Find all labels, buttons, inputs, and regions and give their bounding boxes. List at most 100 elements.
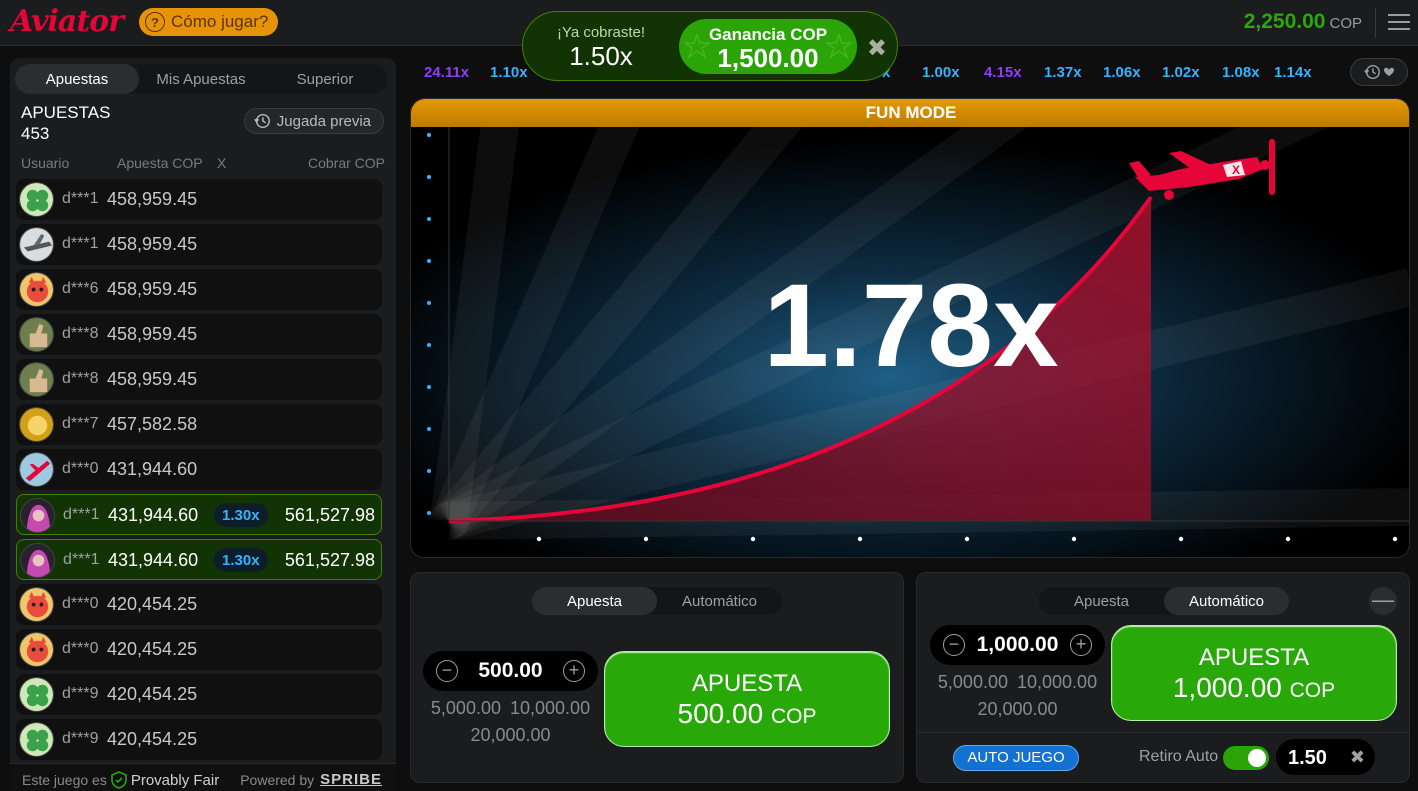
bets-columns-header: Usuario Apuesta COP X Cobrar COP <box>21 155 385 171</box>
gain-value: 1,500.00 <box>717 43 819 73</box>
bet-panel-2-tabs: Apuesta Automático <box>1039 587 1289 615</box>
bet-amount: 458,959.45 <box>107 279 198 299</box>
bet-row: d***8 458,959.45 <box>16 314 382 355</box>
history-multiplier[interactable]: 1.00x <box>916 62 966 83</box>
this-game-is-label: Este juego es <box>22 772 107 788</box>
bet-row: d***1 458,959.45 <box>16 224 382 265</box>
avatar <box>20 498 55 533</box>
decrease-button[interactable]: − <box>436 660 458 682</box>
tab-auto[interactable]: Automático <box>1164 587 1289 615</box>
avatar <box>19 632 54 667</box>
auto-cashout-label: Retiro Auto <box>1139 748 1219 765</box>
avatar <box>19 677 54 712</box>
history-multiplier[interactable]: 1.14x <box>1268 62 1318 83</box>
bet-amount: 420,454.25 <box>107 639 198 659</box>
avatar <box>19 362 54 397</box>
bet-button-amount: 1,000.00 COP <box>1172 672 1336 703</box>
gain-badge: Ganancia COP 1,500.00 <box>679 19 857 74</box>
bet-amount-value[interactable]: 1,000.00 <box>970 633 1065 657</box>
aviator-app: Aviator ? Cómo jugar? 2,250.00 COP ¡Ya co… <box>0 0 1418 791</box>
quick-amount-5000[interactable]: 5,000.00 <box>431 695 501 722</box>
bet-amount-stepper: − 1,000.00 + <box>930 625 1105 665</box>
bet-user: d***1 <box>63 551 100 568</box>
place-bet-button[interactable]: APUESTA 500.00 COP <box>604 651 890 747</box>
bets-title: APUESTAS <box>21 103 111 122</box>
bet-amount: 431,944.60 <box>108 505 199 525</box>
bet-user: d***8 <box>62 370 99 387</box>
place-bet-button[interactable]: APUESTA 1,000.00 COP <box>1111 625 1397 721</box>
tab-top[interactable]: Superior <box>263 64 387 94</box>
bet-amount: 420,454.25 <box>107 594 198 614</box>
quick-amount-20000[interactable]: 20,000.00 <box>977 696 1057 723</box>
bet-multiplier: 1.30x <box>214 503 268 527</box>
how-to-play-button[interactable]: ? Cómo jugar? <box>139 8 279 36</box>
clear-icon[interactable]: ✖ <box>1350 747 1365 768</box>
bet-amount-value[interactable]: 500.00 <box>463 659 558 683</box>
bet-row: d***0 431,944.60 <box>16 449 382 490</box>
quick-amount-10000[interactable]: 10,000.00 <box>510 695 590 722</box>
bet-button-label: APUESTA <box>691 670 803 697</box>
auto-settings-bar: AUTO JUEGO Retiro Auto 1.50 ✖ <box>917 732 1409 782</box>
bet-row: d***0 420,454.25 <box>16 629 382 670</box>
history-icon <box>253 113 270 129</box>
bet-row: d***9 420,454.25 <box>16 719 382 760</box>
tab-bet[interactable]: Apuesta <box>1039 587 1164 615</box>
quick-amounts: 5,000.00 10,000.00 20,000.00 <box>423 695 598 749</box>
history-multiplier[interactable]: 1.08x <box>1216 62 1266 83</box>
bet-amount: 458,959.45 <box>107 324 198 344</box>
history-multiplier[interactable]: 24.11x <box>418 62 475 83</box>
bets-panel: Apuestas Mis Apuestas Superior APUESTAS … <box>10 58 396 791</box>
how-to-play-label: Cómo jugar? <box>171 12 269 31</box>
balance: 2,250.00 COP <box>1244 10 1362 34</box>
panel-footer: Este juego es Provably Fair Powered by S… <box>10 763 396 791</box>
hamburger-menu-icon[interactable] <box>1388 14 1410 30</box>
history-toggle-button[interactable] <box>1350 58 1408 86</box>
provably-fair[interactable]: Este juego es Provably Fair <box>22 771 219 789</box>
cashed-multiplier: 1.50x <box>569 41 633 71</box>
tab-bet[interactable]: Apuesta <box>532 587 657 615</box>
history-multiplier[interactable]: 4.15x <box>978 62 1028 83</box>
game-board: FUN MODE X 1.78x <box>410 98 1410 558</box>
tab-auto[interactable]: Automático <box>657 587 782 615</box>
bet-user: d***0 <box>62 640 99 657</box>
cashout-toast: ¡Ya cobraste! 1.50x Ganancia COP 1,500.0… <box>522 11 898 81</box>
bet-panel-1-tabs: Apuesta Automático <box>532 587 782 615</box>
bet-amount: 458,959.45 <box>107 234 198 254</box>
bet-user: d***8 <box>62 325 99 342</box>
bet-row: d***8 458,959.45 <box>16 359 382 400</box>
tab-all-bets[interactable]: Apuestas <box>15 64 139 94</box>
quick-amount-5000[interactable]: 5,000.00 <box>938 669 1008 696</box>
bet-user: d***9 <box>62 685 99 702</box>
bets-summary: APUESTAS 453 <box>21 102 110 144</box>
history-multiplier[interactable]: 1.37x <box>1038 62 1088 83</box>
close-toast-icon[interactable]: ✖ <box>867 34 887 63</box>
avatar <box>19 587 54 622</box>
previous-round-button[interactable]: Jugada previa <box>243 108 384 134</box>
increase-button[interactable]: + <box>563 660 585 682</box>
chevron-down-icon <box>1384 67 1394 76</box>
auto-cashout-toggle[interactable] <box>1223 746 1269 770</box>
bets-tabs: Apuestas Mis Apuestas Superior <box>15 64 387 94</box>
bet-user: d***1 <box>62 190 99 207</box>
bet-user: d***9 <box>62 730 99 747</box>
col-bet: Apuesta COP <box>117 155 203 171</box>
quick-amount-20000[interactable]: 20,000.00 <box>470 722 550 749</box>
tab-my-bets[interactable]: Mis Apuestas <box>139 64 263 94</box>
bet-user: d***6 <box>62 280 99 297</box>
history-multiplier[interactable]: 1.02x <box>1156 62 1206 83</box>
bet-row: d***0 420,454.25 <box>16 584 382 625</box>
bet-amount: 458,959.45 <box>107 369 198 389</box>
history-multiplier[interactable]: 1.10x <box>484 62 534 83</box>
quick-amount-10000[interactable]: 10,000.00 <box>1017 669 1097 696</box>
header-divider <box>1375 8 1376 38</box>
bet-row: d***1 458,959.45 <box>16 179 382 220</box>
avatar <box>19 182 54 217</box>
increase-button[interactable]: + <box>1070 634 1092 656</box>
history-multiplier[interactable]: 1.06x <box>1097 62 1147 83</box>
auto-cashout-input[interactable]: 1.50 ✖ <box>1276 739 1375 775</box>
decrease-button[interactable]: − <box>943 634 965 656</box>
auto-play-button[interactable]: AUTO JUEGO <box>953 745 1079 771</box>
remove-panel-button[interactable]: — <box>1369 587 1397 615</box>
bet-row: d***1 431,944.60 1.30x 561,527.98 <box>16 539 382 580</box>
avatar <box>20 543 55 578</box>
